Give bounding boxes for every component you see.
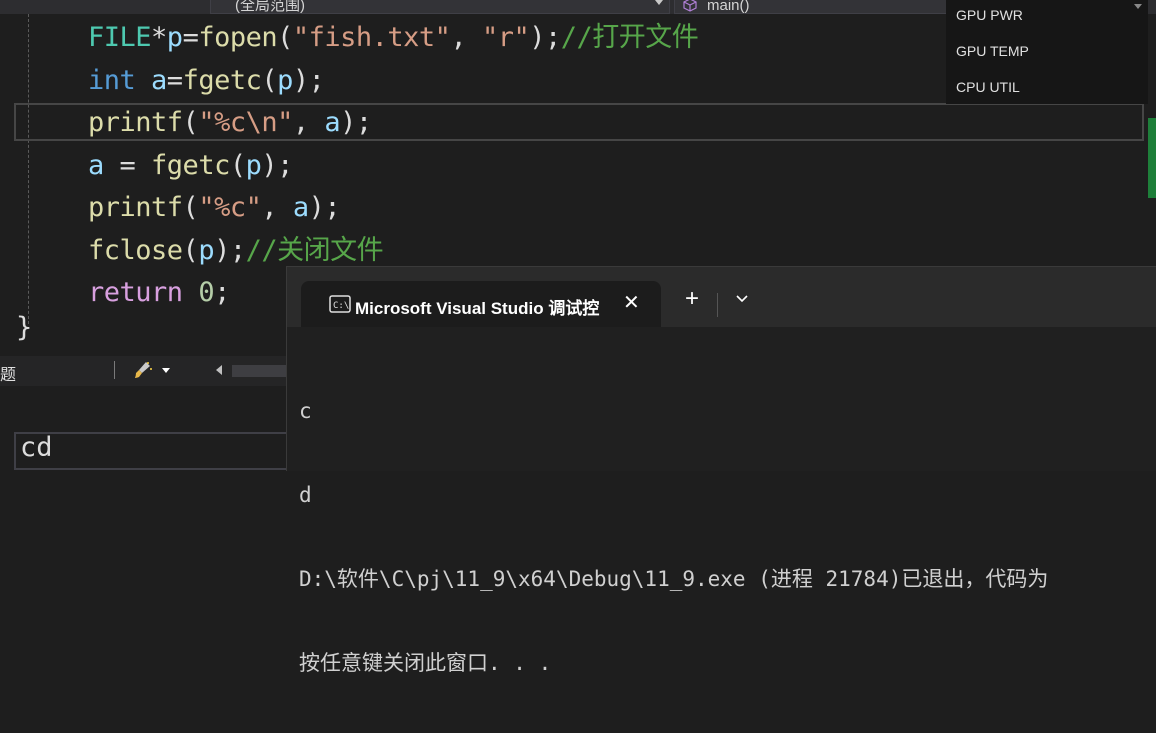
terminal-window[interactable]: C:\ Microsoft Visual Studio 调试控 ✕ + c d … (286, 266, 1156, 675)
code-token: ( (182, 234, 199, 266)
code-token: = (182, 22, 199, 53)
terminal-line: c (299, 399, 312, 423)
chevron-down-icon[interactable] (735, 291, 749, 305)
code-token: "fish.txt" (292, 22, 451, 53)
code-token: ); (529, 22, 561, 53)
code-token: p (198, 234, 215, 266)
change-indicator-bar (1148, 118, 1156, 198)
overlay-gpu-temp: GPU TEMP (956, 43, 1029, 59)
toolbar-separator (114, 361, 115, 379)
overlay-cpu-util: CPU UTIL (956, 79, 1020, 95)
code-token: ); (261, 149, 293, 181)
code-token: , (292, 107, 325, 138)
cmd-icon: C:\ (329, 295, 351, 313)
panel-tab-label[interactable]: 题 (0, 361, 16, 385)
code-token: "%c\n" (198, 107, 293, 138)
code-token: printf (88, 107, 183, 138)
chevron-down-icon (655, 0, 663, 5)
terminal-line: 按任意键关闭此窗口. . . (299, 651, 552, 675)
terminal-line: d (299, 483, 312, 507)
code-token: ( (182, 192, 199, 223)
code-token: p (245, 149, 262, 181)
code-token: fgetc (182, 64, 262, 96)
code-token: fopen (198, 22, 278, 53)
tab-separator (717, 293, 718, 317)
code-token: return (88, 277, 183, 308)
code-line: FILE*p=fopen("fish.txt", "r");//打开文件 (88, 18, 699, 58)
function-dropdown[interactable]: main() (674, 0, 954, 14)
code-token: //打开文件 (560, 22, 699, 53)
code-token: a (292, 192, 309, 223)
closing-brace: } (16, 312, 33, 343)
code-token: , (450, 22, 482, 53)
code-token: ); (292, 64, 325, 96)
code-token: fgetc (151, 149, 230, 181)
code-token: printf (88, 192, 183, 223)
scroll-left-icon[interactable] (216, 365, 222, 375)
code-token: = (166, 64, 183, 96)
code-token: p (166, 22, 183, 53)
code-line: return 0; (88, 273, 230, 313)
code-token: , (261, 192, 293, 223)
performance-overlay: GPU PWR GPU TEMP CPU UTIL (946, 0, 1148, 104)
close-icon[interactable]: ✕ (623, 290, 640, 315)
code-line: a = fgetc(p); (88, 146, 293, 186)
code-token: p (277, 64, 293, 96)
svg-text:C:\: C:\ (333, 301, 349, 311)
function-dropdown-label: main() (707, 0, 750, 14)
code-token: ( (229, 149, 246, 181)
terminal-output: c d D:\软件\C\pj\11_9\x64\Debug\11_9.exe (… (299, 341, 1156, 733)
scope-dropdown-label: (全局范围) (235, 0, 305, 14)
code-token: ( (182, 107, 199, 138)
terminal-tab-title: Microsoft Visual Studio 调试控 (355, 299, 600, 318)
tab-strip: C:\ Microsoft Visual Studio 调试控 ✕ + (287, 267, 1156, 327)
overlay-gpu-pwr: GPU PWR (956, 7, 1023, 23)
chevron-down-icon (1134, 4, 1142, 9)
indent-guide (28, 14, 29, 324)
code-line: fclose(p);//关闭文件 (88, 231, 384, 271)
output-text: cd (20, 432, 53, 463)
new-tab-button[interactable]: + (685, 287, 699, 311)
code-token: int (88, 64, 136, 96)
brush-icon[interactable] (133, 360, 153, 380)
code-line: printf("%c\n", a); (88, 103, 372, 143)
code-token: a (135, 64, 167, 96)
terminal-line: D:\软件\C\pj\11_9\x64\Debug\11_9.exe (进程 2… (299, 567, 1049, 591)
code-token: //关闭文件 (245, 234, 384, 266)
code-token: ( (277, 22, 293, 53)
horizontal-scrollbar[interactable] (232, 365, 290, 377)
code-token: ); (214, 234, 246, 266)
code-token: = (103, 149, 152, 181)
code-token: "%c" (198, 192, 262, 223)
code-token: ); (340, 107, 372, 138)
code-token: "r" (481, 22, 530, 53)
panel-toolbar: 题 (0, 356, 290, 386)
terminal-tab[interactable]: C:\ Microsoft Visual Studio 调试控 ✕ (301, 281, 661, 327)
code-token: 0 (198, 277, 215, 308)
chevron-down-icon[interactable] (162, 368, 170, 373)
code-token: a (324, 107, 341, 138)
code-line: printf("%c", a); (88, 188, 341, 228)
output-line-box (14, 432, 290, 470)
panel-divider (0, 386, 290, 428)
code-token: FILE (88, 22, 152, 53)
code-token: ( (261, 64, 278, 96)
code-token: fclose (88, 234, 183, 266)
code-line: int a=fgetc(p); (88, 61, 325, 101)
code-token: * (151, 22, 167, 53)
cube-icon (683, 0, 697, 12)
code-token: ; (214, 277, 230, 308)
code-token: ); (308, 192, 341, 223)
scope-dropdown[interactable]: (全局范围) (210, 0, 670, 14)
code-token: a (88, 149, 104, 181)
